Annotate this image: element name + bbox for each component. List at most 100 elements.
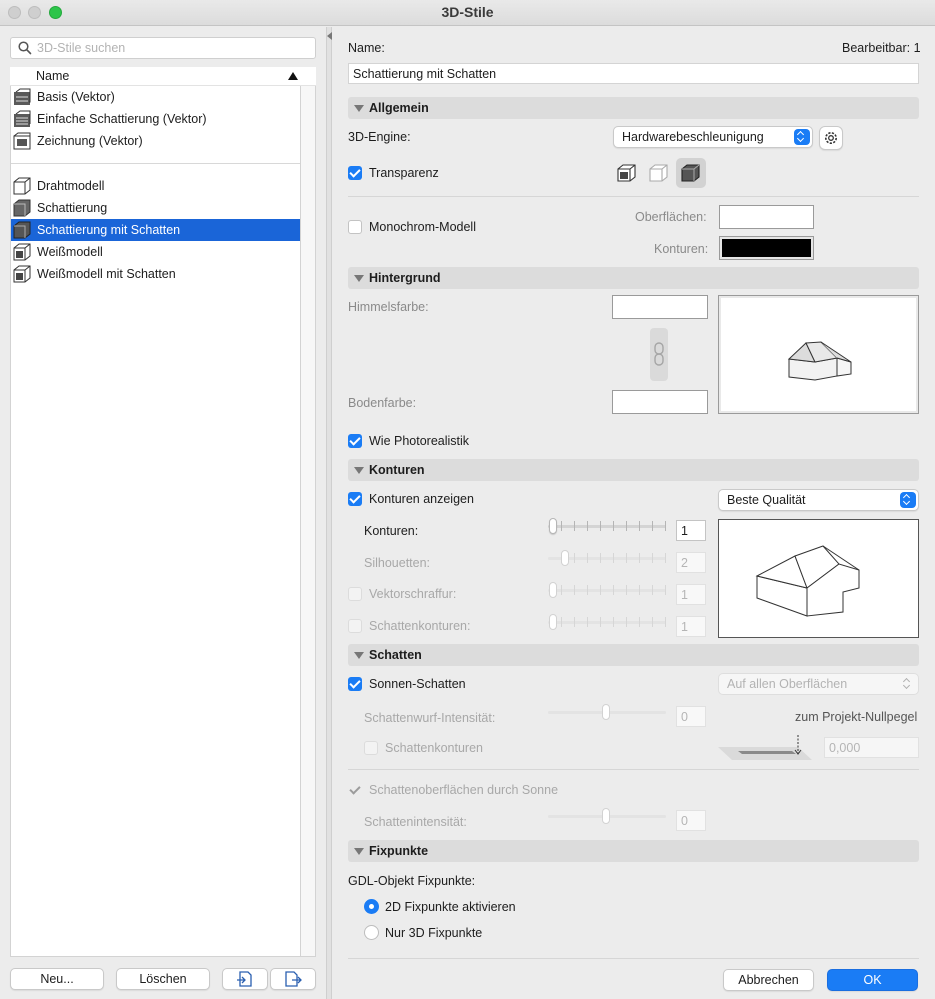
monochrome-label: Monochrom-Modell — [369, 220, 476, 234]
list-item[interactable]: Weißmodell mit Schatten — [11, 263, 300, 285]
window-title: 3D-Stile — [441, 4, 494, 20]
style-name-input[interactable]: Schattierung mit Schatten — [348, 63, 919, 84]
transparent-box-icon — [649, 164, 668, 182]
import-style-button[interactable] — [222, 968, 268, 990]
section-allgemein[interactable]: Allgemein — [348, 97, 919, 119]
list-header-label: Name — [36, 69, 70, 83]
list-header-name[interactable]: Name — [10, 67, 316, 86]
slider-knob[interactable] — [549, 518, 557, 534]
disclosure-triangle-icon — [354, 467, 364, 474]
export-style-button[interactable] — [270, 968, 316, 990]
shadow-cast-intensity-input[interactable]: 0 — [676, 706, 706, 727]
pane-splitter[interactable] — [326, 27, 332, 999]
list-item-label: Basis (Vektor) — [37, 90, 115, 104]
section-fixpunkte[interactable]: Fixpunkte — [348, 840, 919, 862]
list-item-label: Schattierung mit Schatten — [37, 223, 181, 237]
show-contours-checkbox[interactable] — [348, 492, 362, 506]
list-item[interactable]: Drahtmodell — [11, 175, 300, 197]
collapse-arrow-icon[interactable] — [327, 32, 332, 40]
search-icon — [18, 41, 32, 55]
list-item[interactable]: Weißmodell — [11, 241, 300, 263]
list-item-label: Zeichnung (Vektor) — [37, 134, 143, 148]
cancel-button[interactable]: Abbrechen — [723, 969, 814, 991]
shadow-contours-checkbox[interactable] — [348, 619, 362, 633]
photorealistic-label: Wie Photorealistik — [369, 434, 470, 448]
popup-arrows-icon — [794, 129, 810, 145]
new-style-button[interactable]: Neu... — [10, 968, 104, 990]
opaque-mode-button[interactable] — [612, 158, 642, 188]
monochrome-checkbox[interactable] — [348, 220, 362, 234]
section-konturen[interactable]: Konturen — [348, 459, 919, 481]
list-item[interactable]: Einfache Schattierung (Vektor) — [11, 108, 300, 130]
vector-shading-style-icon — [14, 110, 31, 127]
contour-quality-select[interactable]: Beste Qualität — [718, 489, 919, 511]
section-hintergrund[interactable]: Hintergrund — [348, 267, 919, 289]
engine-select[interactable]: Hardwarebeschleunigung — [613, 126, 813, 148]
contours-color-swatch[interactable] — [719, 236, 814, 260]
section-schatten[interactable]: Schatten — [348, 644, 919, 666]
white-model-shadow-style-icon — [13, 265, 31, 283]
engine-settings-button[interactable] — [819, 126, 843, 150]
shadow-intensity-slider[interactable] — [548, 808, 666, 824]
link-colors-button[interactable] — [650, 328, 668, 381]
list-item[interactable]: Zeichnung (Vektor) — [11, 130, 300, 152]
list-scrollbar[interactable] — [301, 67, 316, 957]
white-model-style-icon — [13, 243, 31, 261]
slider-knob[interactable] — [561, 550, 569, 566]
export-icon — [285, 971, 302, 987]
slider-knob[interactable] — [549, 582, 557, 598]
shadow-cast-intensity-slider[interactable] — [548, 704, 666, 720]
slider-knob[interactable] — [602, 704, 610, 720]
photorealistic-checkbox[interactable] — [348, 434, 362, 448]
surfaces-color-swatch[interactable] — [719, 205, 814, 229]
vector-hatch-label: Vektorschraffur: — [369, 587, 457, 601]
delete-style-button[interactable]: Löschen — [116, 968, 210, 990]
sun-surfaces-checkbox[interactable] — [348, 783, 362, 797]
shadow-contours-label: Schattenkonturen: — [369, 619, 471, 633]
slider-knob[interactable] — [602, 808, 610, 824]
shadow-intensity-input[interactable]: 0 — [676, 810, 706, 831]
contours-value-input[interactable]: 1 — [676, 520, 706, 541]
chain-link-icon — [654, 342, 664, 366]
list-item-label: Schattierung — [37, 201, 108, 215]
slider-knob[interactable] — [549, 614, 557, 630]
silhouettes-slider[interactable] — [548, 550, 666, 566]
vector-hatch-checkbox[interactable] — [348, 587, 362, 601]
shaded-mode-button[interactable] — [676, 158, 706, 188]
contours-slider-label: Konturen: — [364, 524, 419, 538]
hotspots-3d-radio[interactable] — [364, 925, 379, 940]
shading-shadow-style-icon — [13, 221, 31, 239]
silhouettes-label: Silhouetten: — [364, 556, 431, 570]
vector-hatch-slider[interactable] — [548, 582, 666, 598]
disclosure-triangle-icon — [354, 848, 364, 855]
list-item[interactable]: Basis (Vektor) — [11, 86, 300, 108]
sky-color-swatch[interactable] — [612, 295, 708, 319]
transparency-checkbox[interactable] — [348, 166, 362, 180]
list-item-selected[interactable]: Schattierung mit Schatten — [11, 219, 300, 241]
list-item[interactable]: Schattierung — [11, 197, 300, 219]
house-model-icon — [787, 341, 852, 381]
ground-plane-shadow-icon — [718, 735, 812, 760]
search-input[interactable] — [37, 40, 307, 56]
hotspots-2d-radio[interactable] — [364, 899, 379, 914]
list-item-label: Weißmodell — [37, 245, 103, 259]
contours-slider[interactable] — [548, 518, 666, 534]
zero-level-input[interactable]: 0,000 — [824, 737, 919, 758]
popup-arrows-icon — [900, 676, 916, 692]
engine-select-value: Hardwarebeschleunigung — [622, 130, 764, 144]
transparent-light-mode-button[interactable] — [644, 158, 674, 188]
shadow-contours-slider[interactable] — [548, 614, 666, 630]
shadow-surfaces-select[interactable]: Auf allen Oberflächen — [718, 673, 919, 695]
ground-color-label: Bodenfarbe: — [348, 396, 417, 410]
silhouettes-value-input[interactable]: 2 — [676, 552, 706, 573]
transparency-label: Transparenz — [369, 166, 439, 180]
ground-color-swatch[interactable] — [612, 390, 708, 414]
sun-shadow-checkbox[interactable] — [348, 677, 362, 691]
shadow-contours-sub-label: Schattenkonturen — [385, 741, 483, 755]
shadow-contours-value-input[interactable]: 1 — [676, 616, 706, 637]
show-contours-label: Konturen anzeigen — [369, 492, 474, 506]
search-box[interactable] — [10, 37, 316, 59]
vector-hatch-value-input[interactable]: 1 — [676, 584, 706, 605]
shadow-contours-sub-checkbox[interactable] — [364, 741, 378, 755]
ok-button[interactable]: OK — [827, 969, 918, 991]
